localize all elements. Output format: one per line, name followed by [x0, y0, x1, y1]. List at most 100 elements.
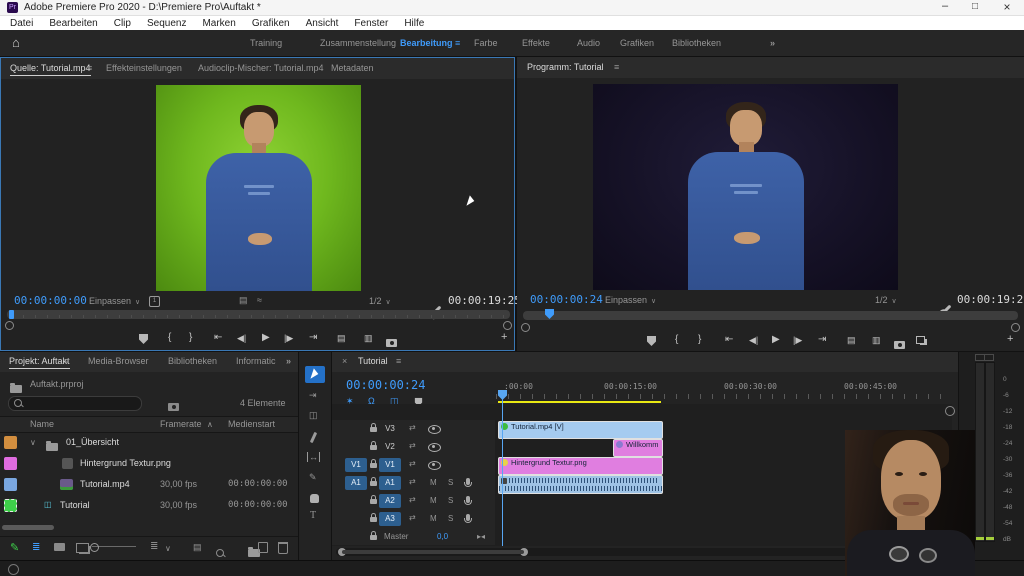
source-fit-dropdown[interactable]: Einpassen: [89, 296, 140, 306]
program-video-preview[interactable]: [593, 84, 898, 290]
add-button[interactable]: +: [501, 331, 507, 343]
voiceover-mic-icon[interactable]: [464, 478, 472, 487]
table-row[interactable]: Hintergrund Textur.png: [0, 453, 298, 474]
drag-audio-icon[interactable]: ≈: [257, 295, 262, 305]
source-scroll-track[interactable]: [5, 321, 512, 330]
lock-icon[interactable]: [370, 495, 377, 504]
selection-tool[interactable]: [305, 366, 325, 383]
track-output-icon[interactable]: [428, 443, 441, 452]
project-home-icon[interactable]: [10, 383, 22, 393]
label-swatch[interactable]: [4, 478, 17, 491]
lock-icon[interactable]: [370, 441, 377, 450]
source-timecode[interactable]: 00:00:00:00: [14, 294, 87, 307]
track-button-v1[interactable]: V1: [379, 458, 401, 472]
workspace-tab-training[interactable]: Training: [250, 38, 282, 48]
go-to-in-button[interactable]: ⇤: [214, 332, 222, 343]
close-button[interactable]: ×: [1000, 0, 1014, 14]
timeline-timecode[interactable]: 00:00:00:24: [346, 378, 425, 392]
drag-video-icon[interactable]: ▤: [239, 295, 248, 306]
play-button[interactable]: ▶: [772, 334, 780, 345]
export-frame-button[interactable]: [386, 339, 397, 347]
step-back-button[interactable]: ◀|: [237, 333, 246, 344]
new-item-button[interactable]: [258, 542, 268, 553]
program-playhead[interactable]: [545, 309, 554, 319]
column-name[interactable]: Name: [30, 419, 54, 429]
export-frame-button[interactable]: [894, 341, 905, 349]
workspace-menu-icon[interactable]: ≡: [455, 38, 460, 48]
automate-sequence-icon[interactable]: ▤: [193, 542, 202, 553]
type-tool[interactable]: T: [310, 510, 316, 521]
scroll-thumb[interactable]: [342, 550, 524, 554]
maximize-button[interactable]: □: [968, 1, 982, 12]
track-select-tool[interactable]: ⇥: [309, 390, 317, 401]
chevron-down-icon[interactable]: ∨: [165, 544, 171, 553]
tab-media-browser[interactable]: Media-Browser: [88, 356, 149, 366]
timeline-playhead[interactable]: [502, 390, 503, 546]
step-back-button[interactable]: ◀|: [749, 335, 758, 346]
step-forward-button[interactable]: |▶: [284, 333, 293, 344]
track-button-a2[interactable]: A2: [379, 494, 401, 508]
workspace-tab-zusammenstellung[interactable]: Zusammenstellung: [320, 38, 396, 48]
workspace-tab-bearbeitung[interactable]: Bearbeitung: [400, 38, 453, 48]
tab-audioclip-mischer[interactable]: Audioclip-Mischer: Tutorial.mp4: [198, 63, 324, 73]
row-name[interactable]: Hintergrund Textur.png: [80, 458, 171, 468]
comparison-view-button[interactable]: [916, 336, 925, 344]
insert-button[interactable]: ▤: [337, 333, 346, 344]
table-row[interactable]: ◫ Tutorial 30,00 fps 00:00:00:00: [0, 495, 298, 516]
workspace-overflow-icon[interactable]: »: [770, 38, 775, 48]
program-panel-menu-icon[interactable]: ≡: [614, 62, 619, 72]
lift-button[interactable]: ▤: [847, 335, 856, 346]
workspace-tab-effekte[interactable]: Effekte: [522, 38, 550, 48]
add-marker-button[interactable]: [139, 334, 148, 344]
search-bins-icon[interactable]: [168, 403, 180, 411]
project-panel-menu-icon[interactable]: ≡: [64, 356, 69, 366]
workspace-tab-farbe[interactable]: Farbe: [474, 38, 498, 48]
menu-clip[interactable]: Clip: [114, 18, 131, 29]
lock-icon[interactable]: [370, 477, 377, 486]
column-medienstart[interactable]: Medienstart: [228, 419, 275, 429]
mark-in-button[interactable]: {: [168, 332, 171, 343]
list-view-button[interactable]: ≣: [32, 542, 40, 553]
sync-lock-icon[interactable]: ⇄: [409, 423, 416, 432]
razor-tool[interactable]: [309, 431, 318, 444]
icon-view-button[interactable]: [54, 543, 65, 551]
workspace-tab-bibliotheken[interactable]: Bibliotheken: [672, 38, 721, 48]
scroll-handle-left[interactable]: [5, 321, 14, 330]
sync-lock-icon[interactable]: ⇄: [409, 513, 416, 522]
program-zoom-dropdown[interactable]: 1/2: [875, 295, 897, 305]
go-to-in-button[interactable]: ⇤: [725, 334, 733, 345]
lock-icon[interactable]: [370, 531, 377, 540]
mark-out-button[interactable]: }: [698, 334, 701, 345]
sort-icon[interactable]: ≣: [150, 541, 158, 552]
sync-status-icon[interactable]: [8, 564, 19, 575]
master-gain-value[interactable]: 0,0: [437, 532, 448, 541]
mark-in-button[interactable]: {: [675, 334, 678, 345]
find-button[interactable]: [216, 549, 224, 557]
program-timecode[interactable]: 00:00:00:24: [530, 293, 603, 306]
column-framerate[interactable]: Framerate: [160, 419, 202, 429]
scroll-handle-right[interactable]: [1011, 323, 1020, 332]
program-scrub-bar[interactable]: [523, 309, 1018, 320]
source-scrub-bar[interactable]: [7, 310, 510, 319]
row-name[interactable]: 01_Übersicht: [66, 437, 119, 447]
sync-lock-icon[interactable]: ⇄: [409, 459, 416, 468]
tab-programm[interactable]: Programm: Tutorial: [527, 62, 604, 72]
timeline-v-scrollbar[interactable]: [945, 406, 955, 416]
timeline-ruler[interactable]: :00:00 00:00:15:00 00:00:30:00 00:00:45:…: [496, 378, 951, 400]
writable-pen-icon[interactable]: ✎: [10, 541, 19, 554]
tab-effekteinstellungen[interactable]: Effekteinstellungen: [106, 63, 182, 73]
sync-lock-icon[interactable]: ⇄: [409, 495, 416, 504]
label-swatch[interactable]: [4, 499, 17, 512]
scroll-handle-left[interactable]: [521, 323, 530, 332]
hand-tool[interactable]: [310, 494, 319, 503]
ripple-edit-tool[interactable]: ◫: [309, 410, 318, 421]
freeform-view-button[interactable]: [76, 543, 89, 553]
mark-out-button[interactable]: }: [189, 332, 192, 343]
project-overflow-icon[interactable]: »: [286, 356, 291, 366]
project-search-input[interactable]: [8, 396, 142, 411]
lock-icon[interactable]: [370, 459, 377, 468]
tab-informationen[interactable]: Informatic: [236, 356, 276, 366]
play-button[interactable]: ▶: [262, 332, 270, 343]
step-forward-button[interactable]: |▶: [793, 335, 802, 346]
clip-hintergrund-textur[interactable]: Hintergrund Textur.png: [498, 457, 663, 475]
